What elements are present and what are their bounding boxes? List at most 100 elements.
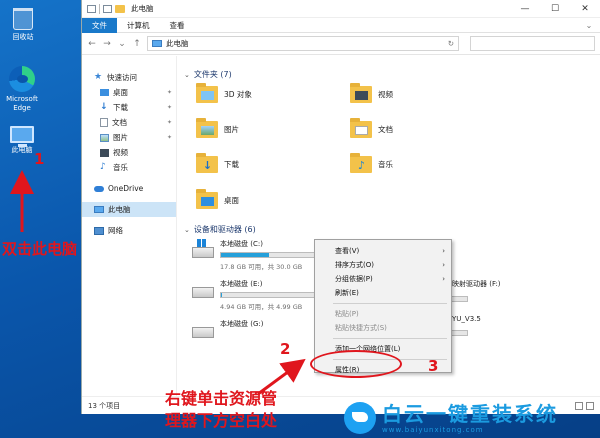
computer-icon — [152, 40, 162, 47]
menu-item-sort-by[interactable]: 排序方式(O) › — [315, 258, 451, 272]
edge-icon — [9, 66, 35, 92]
desktop-icon — [100, 89, 109, 96]
folder-3d-objects[interactable]: 3D 对象 — [196, 83, 252, 103]
sidebar-item-pictures[interactable]: 图片 ✦ — [82, 130, 176, 145]
search-input[interactable] — [470, 36, 595, 51]
sidebar-item-downloads[interactable]: ↓ 下载 ✦ — [82, 100, 176, 115]
properties-highlight-ring — [310, 350, 402, 378]
up-button[interactable]: ↑ — [132, 39, 142, 49]
window-title: 此电脑 — [131, 4, 154, 13]
star-icon: ★ — [94, 72, 103, 82]
music-icon: ♪ — [100, 162, 106, 172]
edge-label: Microsoft Edge — [6, 95, 38, 112]
sidebar-item-label: 视频 — [113, 148, 128, 157]
folders-group-header[interactable]: ⌄ 文件夹 (7) — [184, 69, 232, 80]
pin-icon: ✦ — [166, 89, 172, 96]
watermark: 白云一键重装系统 www.baiyunxitong.com — [340, 398, 600, 438]
folder-music[interactable]: ♪ 音乐 — [350, 153, 393, 173]
desktop-icon-recycle-bin[interactable]: 回收站 — [1, 8, 45, 42]
sidebar-item-videos[interactable]: 视频 — [82, 145, 176, 160]
tab-file[interactable]: 文件 — [82, 17, 117, 33]
minimize-button[interactable]: — — [510, 4, 540, 14]
download-icon: ↓ — [100, 102, 108, 112]
drive-g[interactable]: 本地磁盘 (G:) — [192, 319, 263, 338]
pin-icon: ✦ — [166, 104, 172, 111]
step-1-label: 1 — [34, 150, 45, 168]
instruction-line-1: 右键单击资源管 — [165, 389, 278, 408]
menu-item-refresh[interactable]: 刷新(E) — [315, 286, 451, 300]
window-controls: — ☐ ✕ — [510, 4, 600, 14]
drive-f-label[interactable]: 映射驱动器 (F:) — [452, 279, 501, 289]
refresh-icon[interactable]: ↻ — [448, 39, 454, 48]
tab-computer[interactable]: 计算机 — [117, 18, 160, 33]
menu-item-label: 分组依据(P) — [335, 275, 373, 283]
desktop-icon-edge[interactable]: Microsoft Edge — [0, 66, 44, 113]
sidebar-item-quick-access[interactable]: ★ 快速访问 — [82, 70, 176, 85]
watermark-title: 白云一键重装系统 — [382, 402, 558, 426]
folder-icon[interactable] — [115, 4, 125, 13]
menu-item-view[interactable]: 查看(V) › — [315, 244, 451, 258]
folder-desktop[interactable]: 桌面 — [196, 189, 239, 209]
menu-item-group-by[interactable]: 分组依据(P) › — [315, 272, 451, 286]
folder-label: 3D 对象 — [224, 90, 252, 99]
properties-icon[interactable] — [87, 4, 96, 13]
folder-label: 下载 — [224, 160, 239, 169]
sidebar-item-label: 此电脑 — [108, 205, 131, 214]
folder-documents[interactable]: 文档 — [350, 118, 393, 138]
drive-icon — [192, 287, 214, 298]
drive-usage-bar — [450, 330, 468, 336]
sidebar-item-label: 快速访问 — [107, 73, 137, 82]
menu-divider — [333, 303, 447, 304]
menu-item-paste: 粘贴(P) — [315, 307, 451, 321]
back-button[interactable]: ← — [87, 39, 97, 49]
submenu-arrow-icon: › — [442, 261, 445, 269]
folder-icon: ↓ — [196, 153, 218, 173]
sidebar-item-documents[interactable]: 文档 ✦ — [82, 115, 176, 130]
folder-label: 文档 — [378, 125, 393, 134]
close-button[interactable]: ✕ — [570, 4, 600, 14]
windows-drive-icon — [192, 239, 214, 258]
folder-icon — [196, 83, 218, 103]
sidebar-item-network[interactable]: 网络 — [82, 223, 176, 238]
usb-drive-label[interactable]: YU_V3.5 — [452, 315, 481, 323]
drives-group-header[interactable]: ⌄ 设备和驱动器 (6) — [184, 224, 256, 235]
menu-divider — [333, 338, 447, 339]
instruction-line-2: 理器下方空白处 — [165, 411, 278, 430]
menu-item-label: 排序方式(O) — [335, 261, 374, 269]
maximize-button[interactable]: ☐ — [540, 4, 570, 14]
instruction-right-click: 右键单击资源管 理器下方空白处 — [165, 388, 277, 432]
help-chevron-icon[interactable]: ⌄ — [578, 21, 600, 30]
menu-item-label: 粘贴快捷方式(S) — [335, 324, 387, 332]
recycle-bin-label: 回收站 — [12, 33, 34, 41]
sidebar-item-label: 图片 — [113, 133, 128, 142]
forward-button[interactable]: → — [102, 39, 112, 49]
picture-icon — [100, 133, 109, 142]
sidebar-item-desktop[interactable]: 桌面 ✦ — [82, 85, 176, 100]
sidebar-item-this-pc[interactable]: 此电脑 — [82, 202, 176, 217]
tab-view[interactable]: 查看 — [160, 18, 195, 33]
quick-access-toolbar — [82, 3, 125, 14]
video-icon — [100, 148, 109, 157]
network-icon — [94, 226, 104, 235]
check-icon[interactable] — [103, 4, 112, 13]
watermark-url: www.baiyunxitong.com — [382, 426, 484, 434]
address-bar[interactable]: 此电脑 ↻ — [147, 36, 459, 51]
drives-header-label: 设备和驱动器 (6) — [193, 225, 256, 234]
sidebar-item-music[interactable]: ♪ 音乐 — [82, 160, 176, 175]
recent-button[interactable]: ⌄ — [117, 39, 127, 49]
folder-icon — [196, 118, 218, 138]
menu-item-label: 刷新(E) — [335, 289, 359, 297]
cloud-icon — [94, 185, 104, 192]
folder-downloads[interactable]: ↓ 下载 — [196, 153, 239, 173]
sidebar-item-onedrive[interactable]: OneDrive — [82, 181, 176, 196]
item-count: 13 个项目 — [88, 401, 121, 410]
recycle-bin-icon — [13, 8, 33, 30]
step-3-label: 3 — [428, 357, 439, 375]
instruction-double-click: 双击此电脑 — [2, 240, 78, 258]
sidebar-item-label: 下载 — [113, 103, 128, 112]
folder-videos[interactable]: 视频 — [350, 83, 393, 103]
chevron-down-icon: ⌄ — [184, 225, 190, 234]
drive-label: 本地磁盘 (G:) — [220, 320, 264, 328]
folder-pictures[interactable]: 图片 — [196, 118, 239, 138]
menu-item-paste-shortcut: 粘贴快捷方式(S) — [315, 321, 451, 335]
